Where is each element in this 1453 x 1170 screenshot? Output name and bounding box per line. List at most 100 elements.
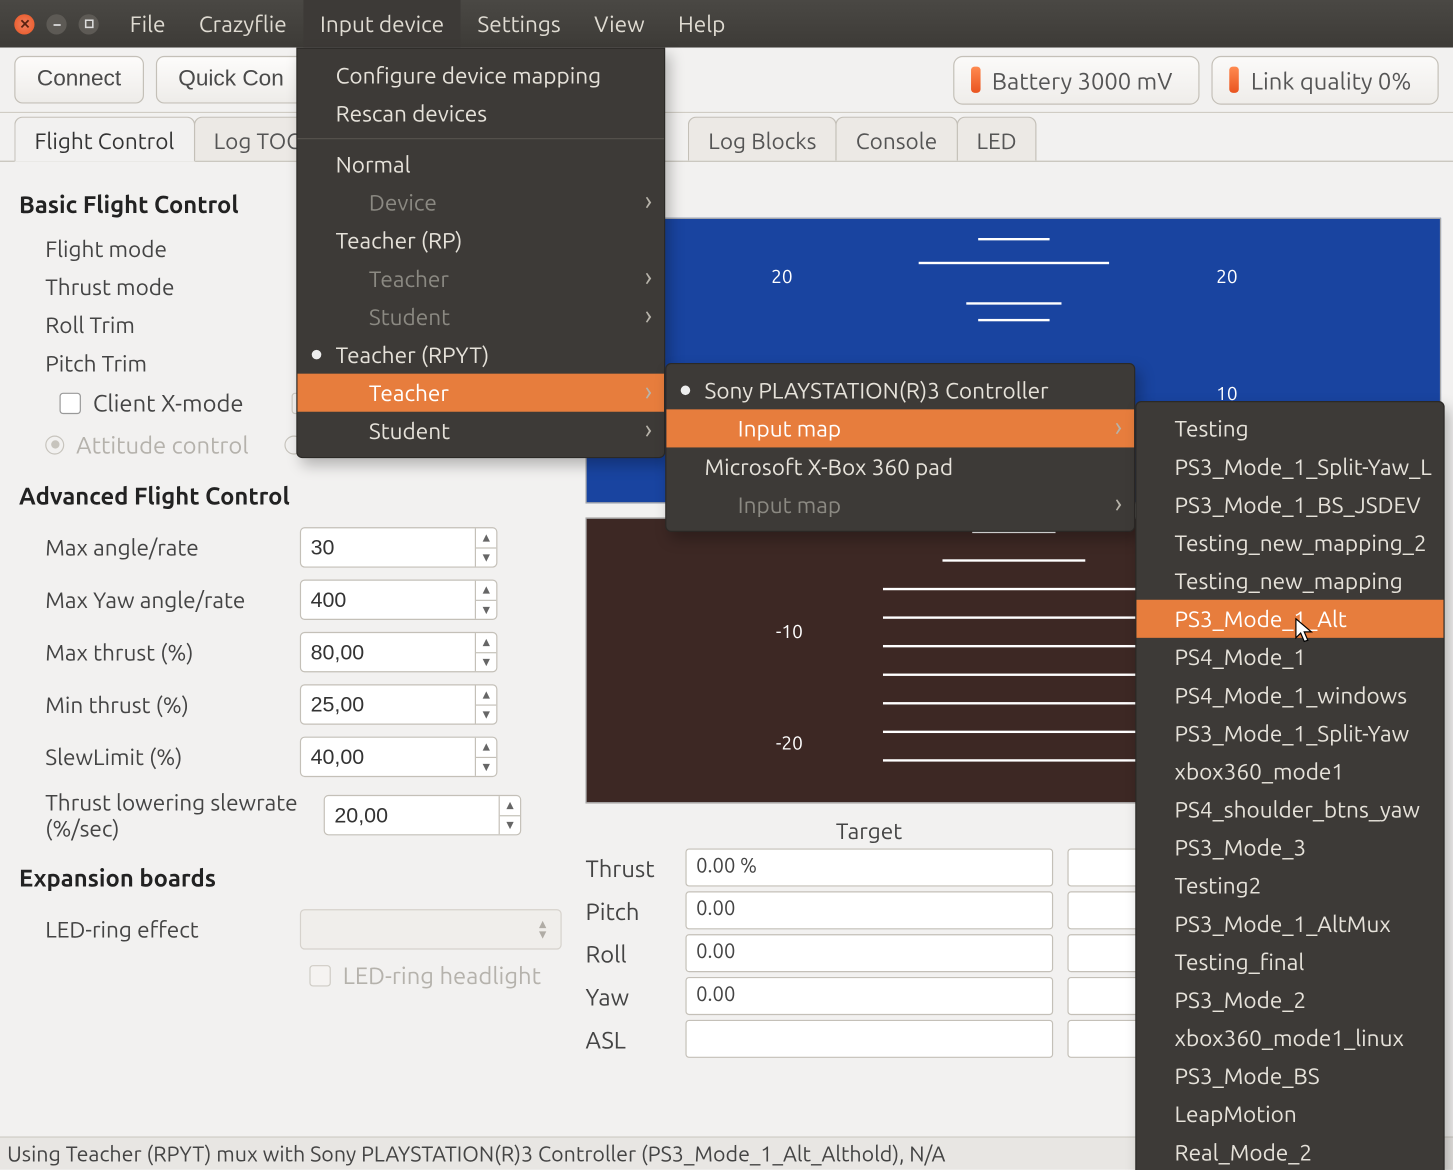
mi-map-testing-new-mapping[interactable]: Testing_new_mapping	[1136, 562, 1443, 600]
link-quality-label: Link quality 0%	[1251, 66, 1411, 93]
thrust-slewrate-label: Thrust lowering slewrate (%/sec)	[45, 789, 307, 841]
tab-flight-control[interactable]: Flight Control	[14, 117, 194, 162]
bullet-icon	[681, 386, 691, 396]
thrust-mode-label: Thrust mode	[45, 274, 283, 300]
roll-trim-label: Roll Trim	[45, 312, 283, 338]
mi-map-ps4-shoulder-btns-yaw[interactable]: PS4_shoulder_btns_yaw	[1136, 790, 1443, 828]
max-thrust-input[interactable]: ▲▼	[300, 632, 498, 672]
spinner-buttons[interactable]: ▲▼	[475, 738, 496, 776]
max-angle-label: Max angle/rate	[45, 534, 283, 560]
battery-label: Battery 3000 mV	[992, 66, 1172, 93]
led-effect-combo[interactable]: ▲▼	[300, 909, 562, 949]
pitch-target[interactable]: 0.00	[685, 891, 1052, 929]
led-headlight-checkbox: LED-ring headlight	[309, 962, 541, 989]
min-thrust-input[interactable]: ▲▼	[300, 684, 498, 724]
mi-map-ps3-mode-bs[interactable]: PS3_Mode_BS	[1136, 1057, 1443, 1095]
mi-device: Device	[298, 183, 665, 221]
mi-map-leapmotion[interactable]: LeapMotion	[1136, 1095, 1443, 1133]
mi-map-ps3-mode-3[interactable]: PS3_Mode_3	[1136, 828, 1443, 866]
col-target: Target	[678, 818, 1059, 844]
spinner-buttons[interactable]: ▲▼	[475, 685, 496, 723]
menu-view[interactable]: View	[577, 0, 661, 48]
mi-input-map[interactable]: Input map	[666, 409, 1134, 447]
asl-target[interactable]	[685, 1020, 1052, 1058]
mi-map-ps3-mode-2[interactable]: PS3_Mode_2	[1136, 981, 1443, 1019]
minimize-button[interactable]	[46, 14, 66, 34]
client-xmode-checkbox[interactable]: Client X-mode	[60, 389, 244, 416]
mi-map-xbox360-mode1[interactable]: xbox360_mode1	[1136, 752, 1443, 790]
thrust-target[interactable]: 0.00 %	[685, 848, 1052, 886]
spinner-buttons[interactable]: ▲▼	[499, 796, 520, 834]
slewlimit-label: SlewLimit (%)	[45, 744, 283, 770]
mi-map-ps3-mode-1-alt[interactable]: PS3_Mode_1_Alt	[1136, 600, 1443, 638]
input-map-submenu: TestingPS3_Mode_1_Split-Yaw_LPS3_Mode_1_…	[1135, 401, 1444, 1170]
spinner-buttons[interactable]: ▲▼	[475, 581, 496, 619]
mi-teacher-rpyt-student[interactable]: Student	[298, 412, 665, 450]
mi-teacher-rpyt[interactable]: Teacher (RPYT)	[298, 336, 665, 374]
mi-rescan-devices[interactable]: Rescan devices	[298, 94, 665, 132]
mi-map-ps4-mode-1-windows[interactable]: PS4_Mode_1_windows	[1136, 676, 1443, 714]
menu-file[interactable]: File	[113, 0, 182, 48]
bullet-icon	[312, 350, 322, 360]
mi-map-testing-final[interactable]: Testing_final	[1136, 942, 1443, 980]
mi-configure-mapping[interactable]: Configure device mapping	[298, 56, 665, 94]
attitude-control-radio: Attitude control	[45, 431, 248, 458]
menu-help[interactable]: Help	[661, 0, 742, 48]
expansion-heading: Expansion boards	[19, 864, 571, 891]
mi-teacher-rp[interactable]: Teacher (RP)	[298, 221, 665, 259]
connect-button[interactable]: Connect	[14, 56, 143, 104]
min-thrust-label: Min thrust (%)	[45, 691, 283, 717]
link-quality-status: Link quality 0%	[1212, 55, 1439, 104]
tab-console[interactable]: Console	[836, 117, 958, 161]
mi-normal[interactable]: Normal	[298, 145, 665, 183]
spinner-buttons[interactable]: ▲▼	[475, 633, 496, 671]
mi-teacher-rp-student: Student	[298, 298, 665, 336]
mi-map-xbox360-mode1-linux[interactable]: xbox360_mode1_linux	[1136, 1019, 1443, 1057]
mi-input-map-2: Input map	[666, 486, 1134, 524]
menu-settings[interactable]: Settings	[461, 0, 578, 48]
menu-input-device[interactable]: Input device	[303, 0, 460, 48]
slewlimit-input[interactable]: ▲▼	[300, 737, 498, 777]
max-angle-input[interactable]: ▲▼	[300, 527, 498, 567]
flightdata-heading: ata	[585, 179, 1441, 206]
led-effect-label: LED-ring effect	[45, 916, 283, 942]
advanced-heading: Advanced Flight Control	[19, 482, 571, 509]
battery-led-icon	[971, 67, 981, 93]
mi-map-ps4-mode-1[interactable]: PS4_Mode_1	[1136, 638, 1443, 676]
menu-crazyflie[interactable]: Crazyflie	[182, 0, 303, 48]
mi-map-ps3-mode-1-bs-jsdev[interactable]: PS3_Mode_1_BS_JSDEV	[1136, 486, 1443, 524]
roll-target[interactable]: 0.00	[685, 934, 1052, 972]
battery-status: Battery 3000 mV	[953, 55, 1200, 104]
teacher-submenu: Sony PLAYSTATION(R)3 Controller Input ma…	[665, 363, 1135, 532]
mi-map-ps3-mode-1-split-yaw-l[interactable]: PS3_Mode_1_Split-Yaw_L	[1136, 447, 1443, 485]
pitch-trim-label: Pitch Trim	[45, 350, 283, 376]
mi-map-ps3-mode-1-split-yaw[interactable]: PS3_Mode_1_Split-Yaw	[1136, 714, 1443, 752]
mi-teacher-rpyt-teacher[interactable]: Teacher	[298, 374, 665, 412]
mi-teacher-rp-teacher: Teacher	[298, 259, 665, 297]
mi-map-ps3-mode-1-altmux[interactable]: PS3_Mode_1_AltMux	[1136, 904, 1443, 942]
tabstrip: Flight Control Log TOC Log Blocks Consol…	[0, 113, 1453, 161]
quick-connect-button[interactable]: Quick Con	[156, 56, 307, 104]
mi-xbox-pad[interactable]: Microsoft X-Box 360 pad	[666, 447, 1134, 485]
link-led-icon	[1229, 67, 1239, 93]
maximize-button[interactable]	[79, 14, 99, 34]
flight-mode-label: Flight mode	[45, 236, 283, 262]
mi-map-real-mode-2[interactable]: Real_Mode_2	[1136, 1133, 1443, 1170]
tab-led[interactable]: LED	[956, 117, 1037, 161]
menubar: File Crazyflie Input device Settings Vie…	[113, 0, 742, 48]
max-thrust-label: Max thrust (%)	[45, 639, 283, 665]
tab-log-blocks[interactable]: Log Blocks	[688, 117, 837, 161]
mi-map-testing-new-mapping-2[interactable]: Testing_new_mapping_2	[1136, 524, 1443, 562]
yaw-target[interactable]: 0.00	[685, 977, 1052, 1015]
close-button[interactable]	[14, 14, 34, 34]
mi-sony-controller[interactable]: Sony PLAYSTATION(R)3 Controller	[666, 371, 1134, 409]
spinner-buttons[interactable]: ▲▼	[475, 528, 496, 566]
titlebar: File Crazyflie Input device Settings Vie…	[0, 0, 1453, 48]
max-yaw-input[interactable]: ▲▼	[300, 580, 498, 620]
mi-map-testing2[interactable]: Testing2	[1136, 866, 1443, 904]
thrust-slewrate-input[interactable]: ▲▼	[324, 795, 522, 835]
mi-map-testing[interactable]: Testing	[1136, 409, 1443, 447]
max-yaw-label: Max Yaw angle/rate	[45, 587, 283, 613]
cursor-icon	[1295, 618, 1316, 647]
toolbar: Connect Quick Con Battery 3000 mV Link q…	[0, 48, 1453, 113]
